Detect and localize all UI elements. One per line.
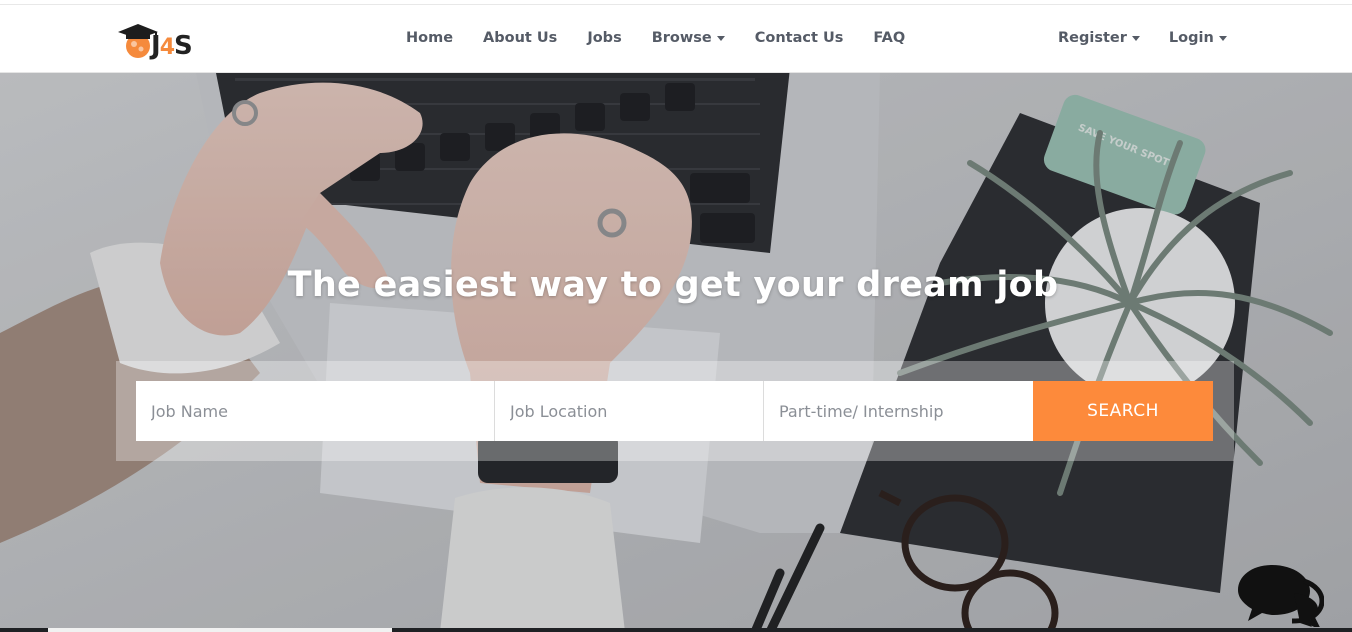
nav-faq[interactable]: FAQ [873, 30, 905, 46]
caret-down-icon [1218, 35, 1227, 41]
register-dropdown[interactable]: Register [1058, 30, 1140, 46]
nav-home[interactable]: Home [406, 30, 453, 46]
logo-number-4: 4 [159, 35, 175, 60]
nav-about-us[interactable]: About Us [483, 30, 557, 46]
hero-dark-overlay [0, 73, 1352, 632]
logo-wordmark: J4S [151, 31, 193, 61]
nav-contact-label: Contact Us [754, 30, 844, 46]
chat-bubbles-icon[interactable] [1234, 557, 1324, 627]
nav-faq-label: FAQ [873, 30, 906, 46]
main-nav: Home About Us Jobs Browse Contact Us FAQ [406, 30, 905, 46]
logo-letter-j: J [151, 31, 161, 61]
top-navbar: J4S Home About Us Jobs Browse Contact Us… [0, 4, 1352, 73]
nav-contact-us[interactable]: Contact Us [755, 30, 844, 46]
caret-down-icon [716, 35, 725, 41]
job-type-input[interactable] [763, 381, 1033, 441]
nav-browse-dropdown[interactable]: Browse [652, 30, 725, 46]
auth-nav: Register Login [1058, 30, 1227, 46]
bottom-taskbar-strip [0, 628, 1352, 632]
logo-letter-s: S [174, 31, 193, 61]
bottom-strip-highlight [48, 628, 392, 632]
job-name-input[interactable] [136, 381, 494, 441]
nav-browse-label: Browse [651, 30, 712, 46]
job-location-input[interactable] [494, 381, 763, 441]
hero-headline-text: The easiest way to get your dream job [287, 265, 1059, 305]
caret-down-icon [1131, 35, 1140, 41]
nav-about-label: About Us [483, 30, 558, 46]
login-dropdown[interactable]: Login [1169, 30, 1227, 46]
nav-jobs[interactable]: Jobs [587, 30, 621, 46]
login-label: Login [1168, 30, 1214, 46]
register-label: Register [1058, 30, 1127, 46]
nav-jobs-label: Jobs [587, 30, 622, 46]
nav-home-label: Home [406, 30, 454, 46]
site-logo[interactable]: J4S [116, 22, 212, 64]
job-search-form: SEARCH [116, 361, 1234, 461]
hero-banner: SAVE YOUR SPOT The easiest way to get yo… [0, 73, 1352, 632]
search-button[interactable]: SEARCH [1033, 381, 1213, 441]
hero-headline: The easiest way to get your dream job [0, 265, 1352, 305]
